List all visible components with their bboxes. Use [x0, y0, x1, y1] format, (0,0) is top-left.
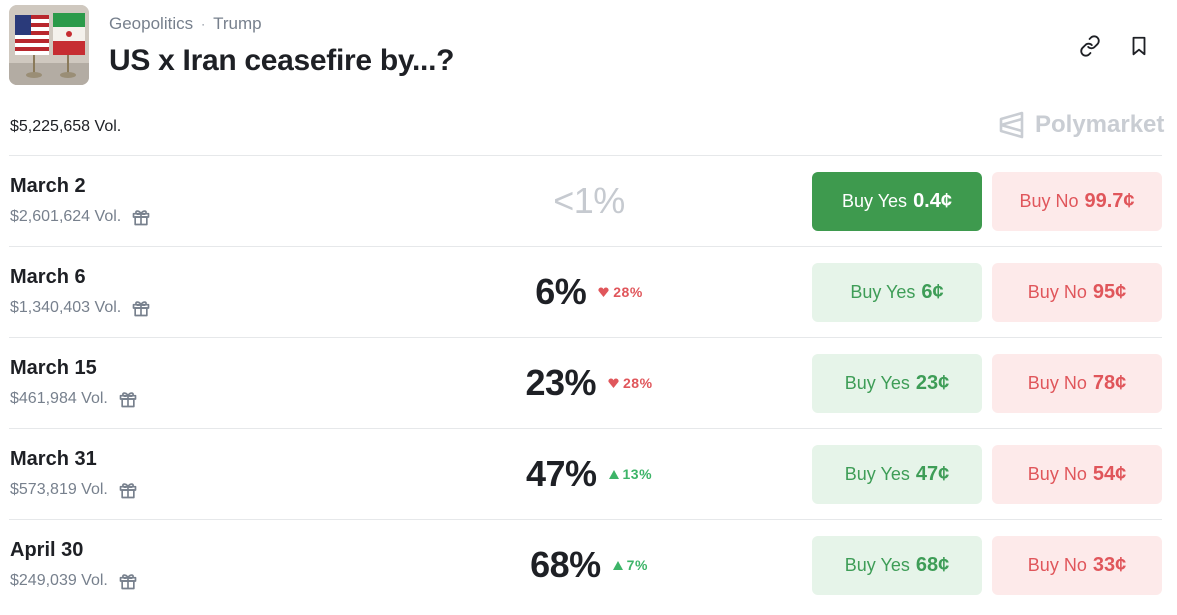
market-volume-value: $1,340,403 Vol.: [10, 299, 122, 316]
buy-no-label: Buy No: [1027, 373, 1087, 393]
buy-no-label: Buy No: [1027, 464, 1087, 484]
market-row: April 30 $249,039 Vol. 68% 7% Buy Yes 68…: [9, 519, 1162, 610]
gift-icon[interactable]: [131, 298, 151, 318]
copy-link-button[interactable]: [1077, 33, 1103, 59]
buy-yes-label: Buy Yes: [850, 282, 916, 302]
market-volume-value: $461,984 Vol.: [10, 390, 108, 407]
buy-yes-button[interactable]: Buy Yes 23¢: [812, 354, 982, 413]
probability-cell: <1%: [449, 156, 729, 246]
page-title: US x Iran ceasefire by...?: [109, 44, 455, 77]
buy-yes-button[interactable]: Buy Yes 47¢: [812, 445, 982, 504]
buy-yes-label: Buy Yes: [844, 464, 910, 484]
brand-name: Polymarket: [1035, 111, 1165, 138]
probability-change-value: 13%: [622, 466, 653, 482]
buy-no-label: Buy No: [1027, 555, 1087, 575]
polymarket-brand: Polymarket: [998, 110, 1164, 140]
breadcrumb: Geopolitics · Trump: [109, 14, 262, 34]
market-probability: <1%: [553, 180, 625, 221]
gift-icon[interactable]: [131, 207, 151, 227]
buy-yes-price: 68¢: [915, 554, 950, 576]
probability-cell: 47% 13%: [449, 429, 729, 519]
buy-no-price: 33¢: [1092, 554, 1127, 576]
buy-yes-label: Buy Yes: [844, 373, 910, 393]
buy-no-button[interactable]: Buy No 78¢: [992, 354, 1162, 413]
polymarket-logo: [999, 111, 1024, 139]
market-list: March 2 $2,601,624 Vol. <1% Buy Yes 0.4¢…: [9, 155, 1162, 610]
buy-yes-price: 47¢: [915, 463, 950, 485]
buy-yes-label: Buy Yes: [842, 191, 908, 211]
us-iran-flags-image: [9, 5, 89, 85]
market-volume: $573,819 Vol.: [10, 480, 138, 500]
market-probability: 68%: [530, 544, 601, 585]
market-row: March 31 $573,819 Vol. 47% 13% Buy Yes 4…: [9, 428, 1162, 519]
probability-change: 7%: [612, 557, 648, 573]
link-icon: [1080, 35, 1100, 57]
buy-no-price: 95¢: [1092, 281, 1127, 303]
buy-no-label: Buy No: [1027, 282, 1087, 302]
market-date[interactable]: March 2: [10, 175, 86, 198]
market-probability: 47%: [525, 453, 597, 494]
buy-yes-price: 23¢: [915, 372, 950, 394]
market-date[interactable]: March 31: [10, 448, 97, 471]
market-probability: 23%: [525, 362, 597, 403]
market-volume: $461,984 Vol.: [10, 389, 138, 409]
probability-cell: 23% 28%: [449, 338, 729, 428]
buy-yes-button[interactable]: Buy Yes 0.4¢: [812, 172, 982, 231]
buy-no-button[interactable]: Buy No 33¢: [992, 536, 1162, 595]
buy-yes-button[interactable]: Buy Yes 68¢: [812, 536, 982, 595]
probability-change-value: 28%: [613, 284, 643, 300]
bookmark-button[interactable]: [1126, 33, 1152, 59]
market-volume-value: $249,039 Vol.: [10, 572, 108, 589]
market-probability: 6%: [535, 271, 587, 312]
market-volume: $249,039 Vol.: [10, 571, 138, 591]
market-row: March 2 $2,601,624 Vol. <1% Buy Yes 0.4¢…: [9, 155, 1162, 246]
breadcrumb-geopolitics[interactable]: Geopolitics: [109, 14, 193, 34]
market-volume-value: $2,601,624 Vol.: [10, 208, 122, 225]
gift-icon[interactable]: [118, 480, 138, 500]
buy-yes-button[interactable]: Buy Yes 6¢: [812, 263, 982, 322]
probability-cell: 68% 7%: [449, 520, 729, 610]
market-date[interactable]: April 30: [10, 539, 83, 562]
buy-no-label: Buy No: [1019, 191, 1079, 211]
gift-icon[interactable]: [118, 389, 138, 409]
buy-no-button[interactable]: Buy No 54¢: [992, 445, 1162, 504]
buy-no-button[interactable]: Buy No 95¢: [992, 263, 1162, 322]
market-volume: $1,340,403 Vol.: [10, 298, 151, 318]
bookmark-icon: [1132, 36, 1146, 56]
market-date[interactable]: March 6: [10, 266, 86, 289]
probability-change: 28%: [608, 375, 653, 391]
buy-no-price: 99.7¢: [1084, 190, 1135, 212]
market-date[interactable]: March 15: [10, 357, 97, 380]
probability-cell: 6% 28%: [449, 247, 729, 337]
change-up-icon: [612, 560, 623, 570]
buy-no-button[interactable]: Buy No 99.7¢: [992, 172, 1162, 231]
market-volume-value: $573,819 Vol.: [10, 481, 108, 498]
breadcrumb-separator: ·: [201, 17, 206, 31]
buy-yes-price: 6¢: [921, 281, 944, 303]
probability-change: 28%: [598, 284, 643, 300]
total-volume: $5,225,658 Vol.: [10, 118, 122, 135]
probability-change-value: 28%: [623, 375, 653, 391]
gift-icon[interactable]: [118, 571, 138, 591]
market-row: March 15 $461,984 Vol. 23% 28% Buy Yes 2…: [9, 337, 1162, 428]
probability-change-value: 7%: [626, 557, 648, 573]
buy-yes-price: 0.4¢: [913, 190, 952, 212]
change-up-icon: [608, 469, 619, 479]
buy-yes-label: Buy Yes: [844, 555, 910, 575]
buy-no-price: 54¢: [1092, 463, 1127, 485]
change-down-icon: [598, 287, 609, 297]
market-row: March 6 $1,340,403 Vol. 6% 28% Buy Yes 6…: [9, 246, 1162, 337]
probability-change: 13%: [608, 466, 653, 482]
buy-no-price: 78¢: [1092, 372, 1127, 394]
change-down-icon: [608, 378, 619, 388]
breadcrumb-trump[interactable]: Trump: [213, 14, 262, 34]
market-volume: $2,601,624 Vol.: [10, 207, 151, 227]
market-thumbnail: [9, 5, 89, 85]
